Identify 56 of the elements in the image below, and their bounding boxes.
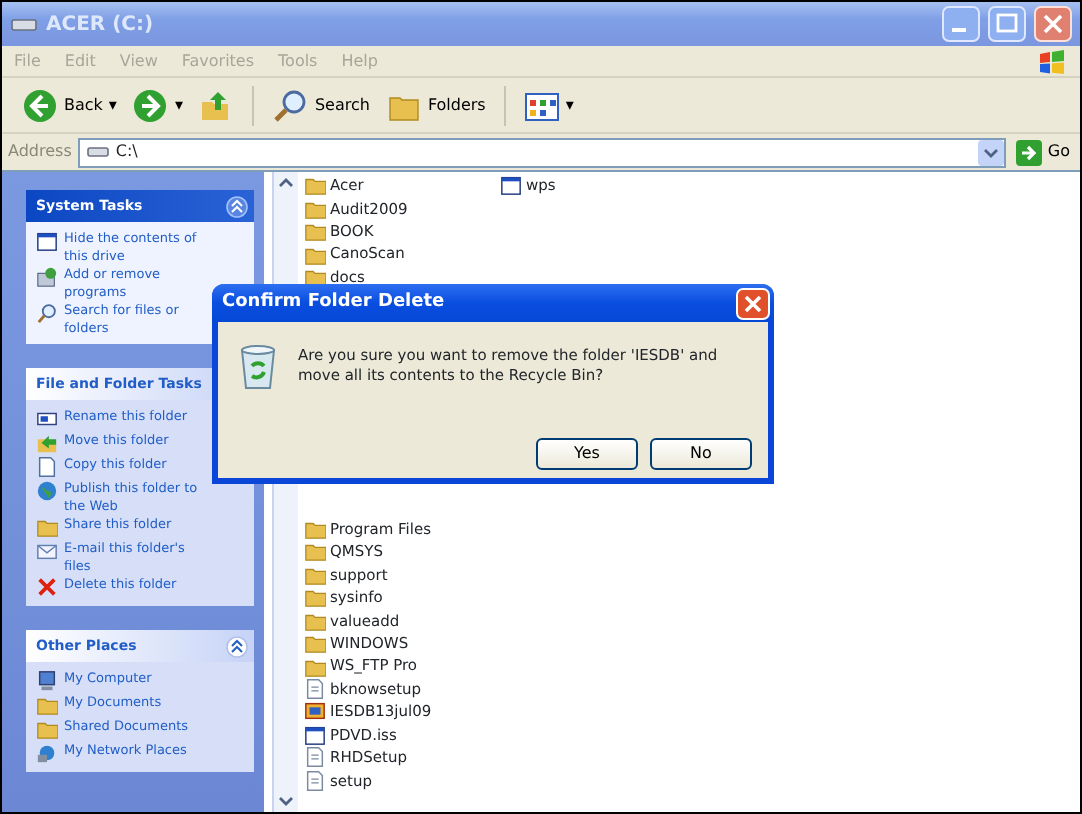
search-icon [272,87,309,123]
dialog-button[interactable]: No [650,438,752,470]
folder-icon [304,220,326,243]
folder-icon [304,517,326,540]
window-icon [304,723,326,746]
close-button[interactable] [1034,6,1072,42]
rename-icon [36,408,58,430]
folder-icon [304,632,326,655]
document-icon [304,746,326,769]
application-icon [304,700,326,723]
go-arrow-icon [1015,139,1042,165]
folder-icon [36,694,58,716]
folder-icon [304,586,326,609]
back-button[interactable]: Back ▾ [18,85,121,125]
windows-logo [1036,47,1068,75]
caret-icon[interactable]: ▾ [174,93,183,117]
document-icon [304,769,326,792]
views-button[interactable]: ▾ [519,85,578,125]
installer-icon [36,266,58,288]
folder-icon [36,718,58,740]
search-button[interactable]: Search [268,85,374,125]
collapse-icon[interactable] [226,195,248,217]
dialog-title: Confirm Folder Delete [222,289,445,316]
views-grid-icon [523,87,560,123]
folder-icon [304,197,326,220]
caret-icon[interactable]: ▾ [108,93,117,117]
drive-icon [85,144,110,160]
move-icon [36,432,58,454]
folder-icon [304,655,326,678]
mail-icon [36,540,58,562]
computer-icon [36,670,58,692]
folder-icon [304,540,326,563]
folder-icon [304,563,326,586]
globe-icon [36,480,58,502]
address-label: Address [8,140,72,164]
window-icon [36,230,58,252]
search-icon [36,302,58,324]
folders-button[interactable]: Folders [381,85,490,125]
caret-icon[interactable]: ▾ [565,93,574,117]
folder-icon [304,243,326,266]
folder-icon [36,516,58,538]
recycle-bin-icon [238,342,278,390]
address-text: C:\ [115,140,138,164]
go-button[interactable]: Go [1011,137,1074,167]
folder-icon [304,174,326,197]
page-icon [36,456,58,478]
document-icon [304,677,326,700]
delete-icon [36,576,58,598]
drive-icon [10,14,38,34]
folder-icon [304,609,326,632]
forward-button[interactable]: ▾ [128,85,187,125]
address-field[interactable]: C:\ [77,137,1006,167]
network-icon [36,742,58,764]
dialog-button[interactable]: Yes [536,438,638,470]
collapse-icon[interactable] [226,635,248,657]
window-title: ACER (C:) [46,11,156,39]
